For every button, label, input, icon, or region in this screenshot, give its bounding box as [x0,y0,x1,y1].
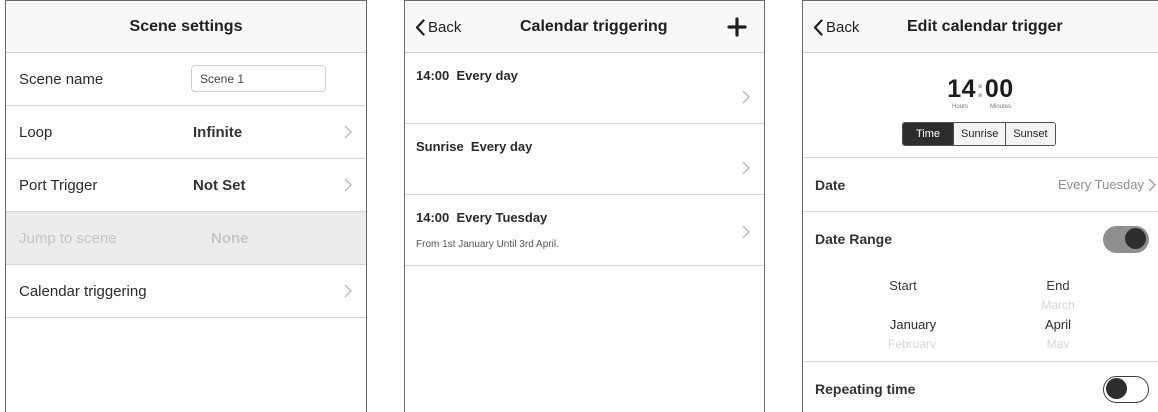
start-option-below[interactable]: February [867,337,957,348]
repeating-time-toggle[interactable] [1103,376,1149,403]
repeating-time-row: Repeating time [803,362,1158,412]
back-button[interactable]: Back [415,1,461,53]
time-separator: : [976,75,985,103]
navbar: Back Calendar triggering [405,1,764,53]
time-mode-segmented-control: Time Sunrise Sunset [902,122,1056,146]
scene-name-label: Scene name [19,71,104,88]
time-minutes[interactable]: 00 [985,75,1014,103]
chevron-right-icon [742,161,750,175]
date-range-toggle[interactable] [1103,226,1149,253]
edit-calendar-trigger-screen: Back Edit calendar trigger 14:00 Hours M… [802,0,1158,412]
port-trigger-label: Port Trigger [19,177,98,194]
chevron-right-icon [344,125,352,139]
chevron-left-icon [415,18,425,36]
scene-name-input[interactable] [191,65,326,92]
chevron-right-icon [742,90,750,104]
scene-name-row: Scene name [6,53,366,106]
chevron-left-icon [813,18,823,36]
end-month-selected[interactable]: April [1013,317,1103,332]
time-display[interactable]: 14:00 [803,75,1158,104]
page-title: Scene settings [129,18,243,35]
repeating-time-label: Repeating time [815,381,916,397]
mode-time-button[interactable]: Time [903,123,954,145]
end-label: End [1046,278,1070,293]
chevron-right-icon [742,225,750,239]
loop-label: Loop [19,124,53,141]
end-option-below[interactable]: May [1013,337,1103,348]
trigger-item[interactable]: 14:00 Every day [405,53,764,124]
loop-value: Infinite [193,124,243,141]
trigger-title: 14:00 Every day [416,68,518,83]
calendar-triggering-screen: Back Calendar triggering 14:00 Every day… [404,0,765,412]
port-trigger-row[interactable]: Port Trigger Not Set [6,159,366,212]
time-hours[interactable]: 14 [947,75,976,103]
jump-to-scene-label: Jump to scene [19,230,117,247]
chevron-right-icon [344,178,352,192]
date-range-row: Date Range [803,212,1158,266]
date-row[interactable]: Date Every Tuesday [803,158,1158,212]
date-label: Date [815,177,846,193]
date-range-picker: Start End March January April February M… [803,266,1158,362]
start-label: Start [889,278,917,293]
navbar: Scene settings [6,1,366,53]
time-picker: 14:00 Hours Minutes Time Sunrise Sunset [803,53,1158,158]
toggle-knob [1125,228,1146,249]
back-button[interactable]: Back [813,1,859,53]
calendar-triggering-row[interactable]: Calendar triggering [6,265,366,318]
back-label: Back [826,18,860,36]
trigger-title: Sunrise Every day [416,139,533,154]
date-value: Every Tuesday [1058,177,1144,192]
trigger-item[interactable]: 14:00 Every Tuesday From 1st January Unt… [405,195,764,266]
end-option-above[interactable]: March [1013,298,1103,312]
toggle-knob [1106,378,1127,399]
hours-label: Hours [952,104,969,110]
mode-sunset-button[interactable]: Sunset [1005,123,1055,145]
loop-row[interactable]: Loop Infinite [6,106,366,159]
start-month-selected[interactable]: January [868,317,958,332]
trigger-item[interactable]: Sunrise Every day [405,124,764,195]
back-label: Back [428,18,462,36]
page-title: Calendar triggering [520,18,668,35]
page-title: Edit calendar trigger [907,18,1063,35]
calendar-triggering-label: Calendar triggering [19,283,147,300]
port-trigger-value: Not Set [193,177,246,194]
add-trigger-button[interactable] [726,16,748,38]
minutes-label: Minutes [990,104,1012,110]
trigger-subtitle: From 1st January Until 3rd April. [416,239,559,250]
scene-settings-screen: Scene settings Scene name Loop Infinite … [5,0,367,412]
navbar: Back Edit calendar trigger [803,1,1158,53]
chevron-right-icon [1148,178,1156,191]
date-range-label: Date Range [815,231,893,247]
trigger-title: 14:00 Every Tuesday [416,210,548,225]
chevron-right-icon [344,284,352,298]
jump-to-scene-row: Jump to scene None [6,212,366,265]
jump-to-scene-value: None [211,230,249,247]
mode-sunrise-button[interactable]: Sunrise [953,123,1006,145]
